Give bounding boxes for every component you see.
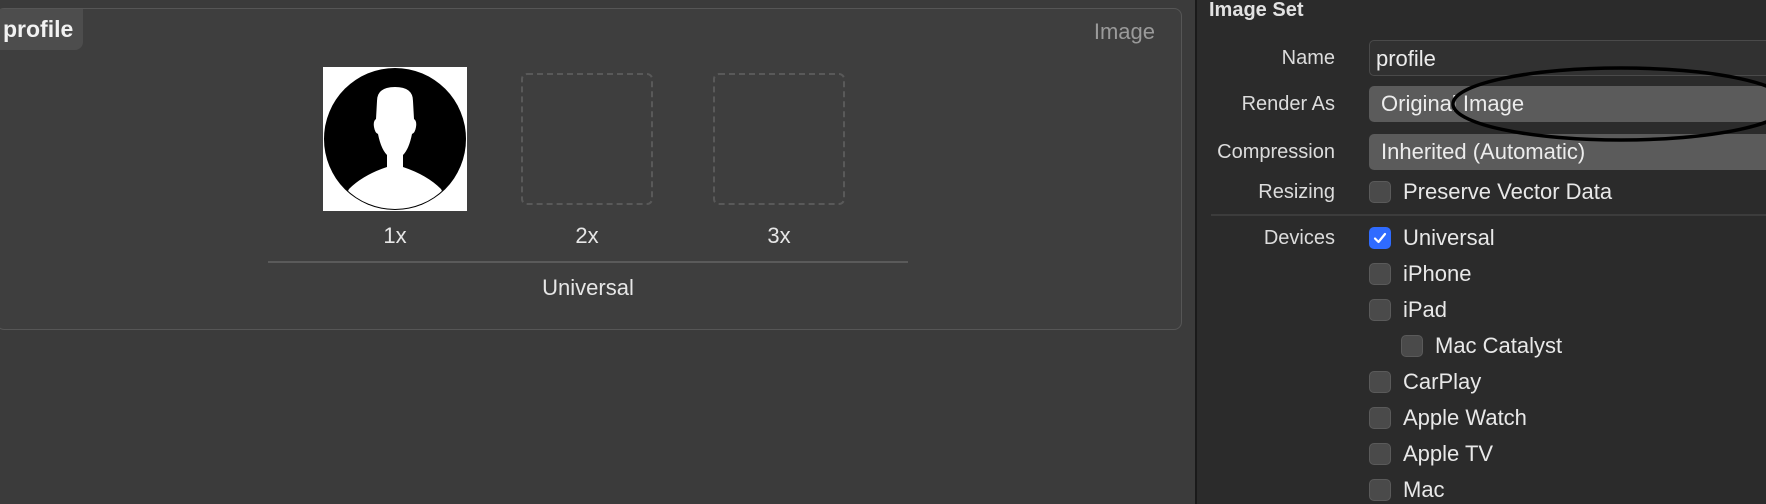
- device-checkbox-mac[interactable]: [1369, 479, 1391, 501]
- device-row-universal[interactable]: Universal: [1369, 224, 1495, 252]
- asset-name-tab[interactable]: profile: [0, 9, 84, 50]
- name-field[interactable]: profile: [1369, 40, 1766, 76]
- device-label: Mac: [1403, 477, 1445, 502]
- device-row-mac[interactable]: Mac: [1369, 476, 1445, 504]
- render-as-popup[interactable]: Original Image: [1369, 86, 1766, 122]
- compression-popup[interactable]: Inherited (Automatic): [1369, 134, 1766, 170]
- name-label: Name: [1281, 47, 1335, 69]
- device-row-apple-watch[interactable]: Apple Watch: [1369, 404, 1527, 432]
- device-label: iPhone: [1403, 261, 1472, 286]
- device-row-apple-tv[interactable]: Apple TV: [1369, 440, 1493, 468]
- device-row-mac-catalyst[interactable]: Mac Catalyst: [1401, 332, 1562, 360]
- scale-label-2x: 2x: [575, 223, 599, 248]
- device-label: Apple Watch: [1403, 405, 1527, 430]
- preserve-vector-row[interactable]: Preserve Vector Data: [1369, 178, 1612, 206]
- preserve-vector-label: Preserve Vector Data: [1403, 179, 1613, 204]
- asset-canvas: profile Image 1x 2x 3x Universal: [0, 0, 1195, 504]
- scale-label-1x: 1x: [383, 223, 407, 248]
- device-checkbox-apple-watch[interactable]: [1369, 407, 1391, 429]
- devices-label: Devices: [1263, 227, 1335, 249]
- compression-label: Compression: [1217, 141, 1335, 163]
- image-slot-3x[interactable]: [713, 73, 845, 205]
- device-row-ipad[interactable]: iPad: [1369, 296, 1447, 324]
- render-as-label: Render As: [1241, 93, 1335, 115]
- device-checkbox-carplay[interactable]: [1369, 371, 1391, 393]
- image-set-frame: profile Image 1x 2x 3x Universal: [0, 8, 1182, 330]
- resizing-label: Resizing: [1258, 181, 1335, 203]
- preserve-vector-checkbox[interactable]: [1369, 181, 1391, 203]
- device-label: iPad: [1403, 297, 1448, 322]
- scale-label-3x: 3x: [767, 223, 791, 248]
- device-row-iphone[interactable]: iPhone: [1369, 260, 1472, 288]
- device-checkbox-apple-tv[interactable]: [1369, 443, 1391, 465]
- image-slot-2x[interactable]: [521, 73, 653, 205]
- attributes-inspector: Image Set Name profile Render As Origina…: [1195, 0, 1766, 504]
- section-divider: [1211, 214, 1766, 216]
- profile-avatar-icon: [324, 68, 466, 210]
- checkmark-icon: [1373, 232, 1387, 244]
- device-label: Apple TV: [1403, 441, 1494, 466]
- idiom-divider: [268, 261, 908, 263]
- inspector-section-title: Image Set: [1209, 0, 1304, 21]
- device-label: Mac Catalyst: [1435, 333, 1563, 358]
- image-slot-1x[interactable]: [323, 67, 467, 211]
- device-checkbox-ipad[interactable]: [1369, 299, 1391, 321]
- device-row-carplay[interactable]: CarPlay: [1369, 368, 1481, 396]
- asset-type-label: Image: [1093, 19, 1155, 44]
- device-label: CarPlay: [1403, 369, 1482, 394]
- device-checkbox-iphone[interactable]: [1369, 263, 1391, 285]
- device-label: Universal: [1403, 225, 1495, 250]
- idiom-label: Universal: [542, 275, 634, 300]
- device-checkbox-mac-catalyst[interactable]: [1401, 335, 1423, 357]
- device-checkbox-universal[interactable]: [1369, 227, 1391, 249]
